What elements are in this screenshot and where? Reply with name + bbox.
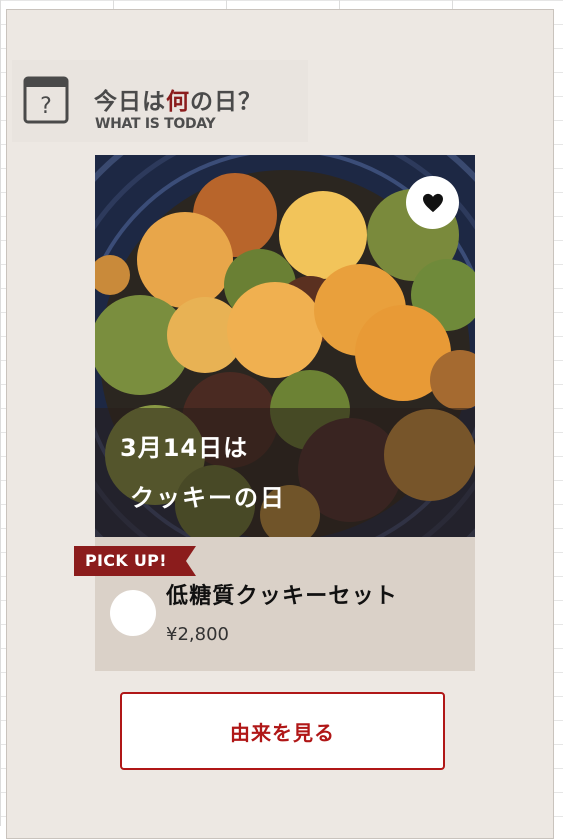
product-price: ¥2,800: [166, 624, 229, 645]
anniversary-date: 3月14日は: [120, 434, 249, 462]
calendar-question-icon: ?: [23, 76, 69, 124]
svg-text:?: ?: [40, 94, 52, 119]
page-title: 今日は何の日？: [94, 89, 262, 115]
product-thumbnail[interactable]: [110, 590, 156, 636]
see-origin-button[interactable]: 由来を見る: [120, 692, 445, 770]
product-name[interactable]: 低糖質クッキーセット: [166, 578, 398, 610]
title-accent: 何: [166, 89, 190, 115]
heart-icon: [422, 193, 443, 212]
anniversary-name: クッキーの日: [130, 484, 286, 512]
page-subtitle: WHAT IS TODAY: [95, 116, 216, 132]
pickup-badge: PICK UP!: [85, 551, 167, 570]
favorite-button[interactable]: [406, 176, 459, 229]
